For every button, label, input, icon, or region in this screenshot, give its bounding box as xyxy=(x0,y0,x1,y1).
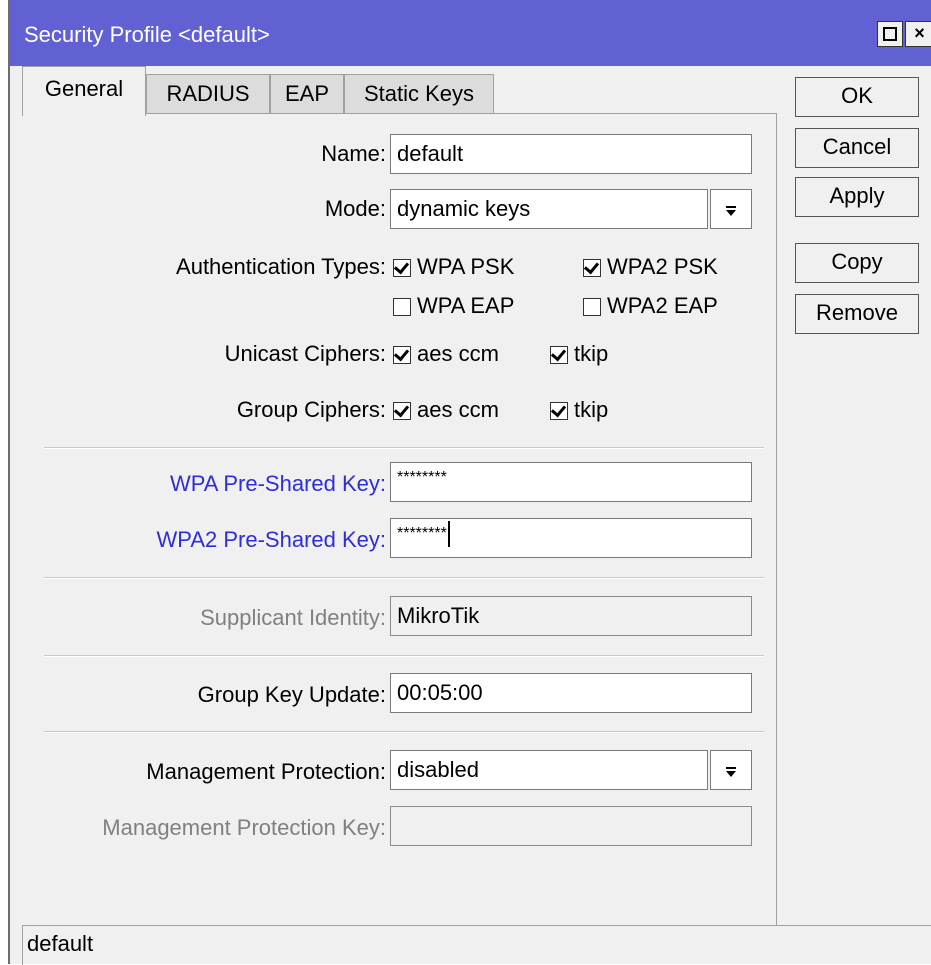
unicast-aes-ccm-checkbox[interactable] xyxy=(393,346,411,364)
separator xyxy=(44,447,764,449)
apply-button[interactable]: Apply xyxy=(795,177,919,217)
wpa2-psk-checkbox[interactable] xyxy=(583,259,601,277)
wpa-eap-checkbox[interactable] xyxy=(393,298,411,316)
wpa2-eap-label: WPA2 EAP xyxy=(607,293,718,318)
unicast-tkip-checkbox[interactable] xyxy=(550,346,568,364)
tab-label: General xyxy=(44,76,124,101)
wpa-psk-key-field[interactable]: ******** xyxy=(390,462,752,502)
wpa2-eap-checkbox[interactable] xyxy=(583,298,601,316)
group-aes-ccm-label: aes ccm xyxy=(417,397,499,422)
copy-button[interactable]: Copy xyxy=(795,243,919,283)
mgmt-protection-select[interactable]: disabled xyxy=(390,750,708,790)
supplicant-identity-field: MikroTik xyxy=(390,596,752,636)
group-key-update-label: Group Key Update: xyxy=(197,682,386,707)
mode-label: Mode: xyxy=(324,196,386,221)
close-icon[interactable]: × xyxy=(905,21,931,47)
status-bar: default xyxy=(22,925,931,965)
wpa2-psk-key-value: ******** xyxy=(397,525,447,542)
auth-types-label: Authentication Types: xyxy=(176,254,386,279)
wpa2-psk-key-label[interactable]: WPA2 Pre-Shared Key: xyxy=(157,527,386,553)
tab-static-keys[interactable]: Static Keys xyxy=(344,74,494,114)
tab-eap[interactable]: EAP xyxy=(270,74,344,114)
tab-label: Static Keys xyxy=(363,81,475,106)
security-profile-window: Security Profile <default> × General RAD… xyxy=(8,0,931,965)
wpa-eap-label: WPA EAP xyxy=(417,293,515,318)
window-title: Security Profile <default> xyxy=(24,22,270,47)
separator xyxy=(44,577,764,579)
group-tkip-label: tkip xyxy=(574,397,609,422)
maximize-icon[interactable] xyxy=(877,21,903,47)
separator xyxy=(44,731,764,733)
mgmt-protection-label: Management Protection: xyxy=(146,759,386,784)
tab-general[interactable]: General xyxy=(22,66,146,116)
title-bar[interactable]: Security Profile <default> × xyxy=(10,0,931,66)
tab-label: EAP xyxy=(284,81,330,106)
name-field[interactable]: default xyxy=(390,134,752,174)
mgmt-protection-key-field xyxy=(390,806,752,846)
chevron-down-icon[interactable] xyxy=(710,189,752,229)
text-caret xyxy=(447,520,450,547)
remove-button[interactable]: Remove xyxy=(795,294,919,334)
cancel-button[interactable]: Cancel xyxy=(795,128,919,168)
name-label: Name: xyxy=(321,141,386,166)
group-tkip-checkbox[interactable] xyxy=(550,402,568,420)
mode-select[interactable]: dynamic keys xyxy=(390,189,708,229)
unicast-ciphers-label: Unicast Ciphers: xyxy=(224,341,386,366)
tab-label: RADIUS xyxy=(166,81,250,106)
group-ciphers-label: Group Ciphers: xyxy=(236,397,386,422)
tab-radius[interactable]: RADIUS xyxy=(146,74,270,114)
unicast-aes-ccm-label: aes ccm xyxy=(417,341,499,366)
general-panel: Name: default Mode: dynamic keys Authent… xyxy=(22,113,777,925)
wpa-psk-checkbox[interactable] xyxy=(393,259,411,277)
group-aes-ccm-checkbox[interactable] xyxy=(393,402,411,420)
status-text: default xyxy=(22,926,931,965)
group-key-update-field[interactable]: 00:05:00 xyxy=(390,673,752,713)
separator xyxy=(44,655,764,657)
wpa2-psk-key-field[interactable]: ******** xyxy=(390,518,752,558)
wpa-psk-label: WPA PSK xyxy=(417,254,515,279)
supplicant-identity-label: Supplicant Identity: xyxy=(200,605,386,630)
mgmt-protection-key-label: Management Protection Key: xyxy=(102,815,386,840)
chevron-down-icon[interactable] xyxy=(710,750,752,790)
wpa2-psk-label: WPA2 PSK xyxy=(607,254,718,279)
unicast-tkip-label: tkip xyxy=(574,341,609,366)
ok-button[interactable]: OK xyxy=(795,77,919,117)
wpa-psk-key-label[interactable]: WPA Pre-Shared Key: xyxy=(170,471,386,497)
